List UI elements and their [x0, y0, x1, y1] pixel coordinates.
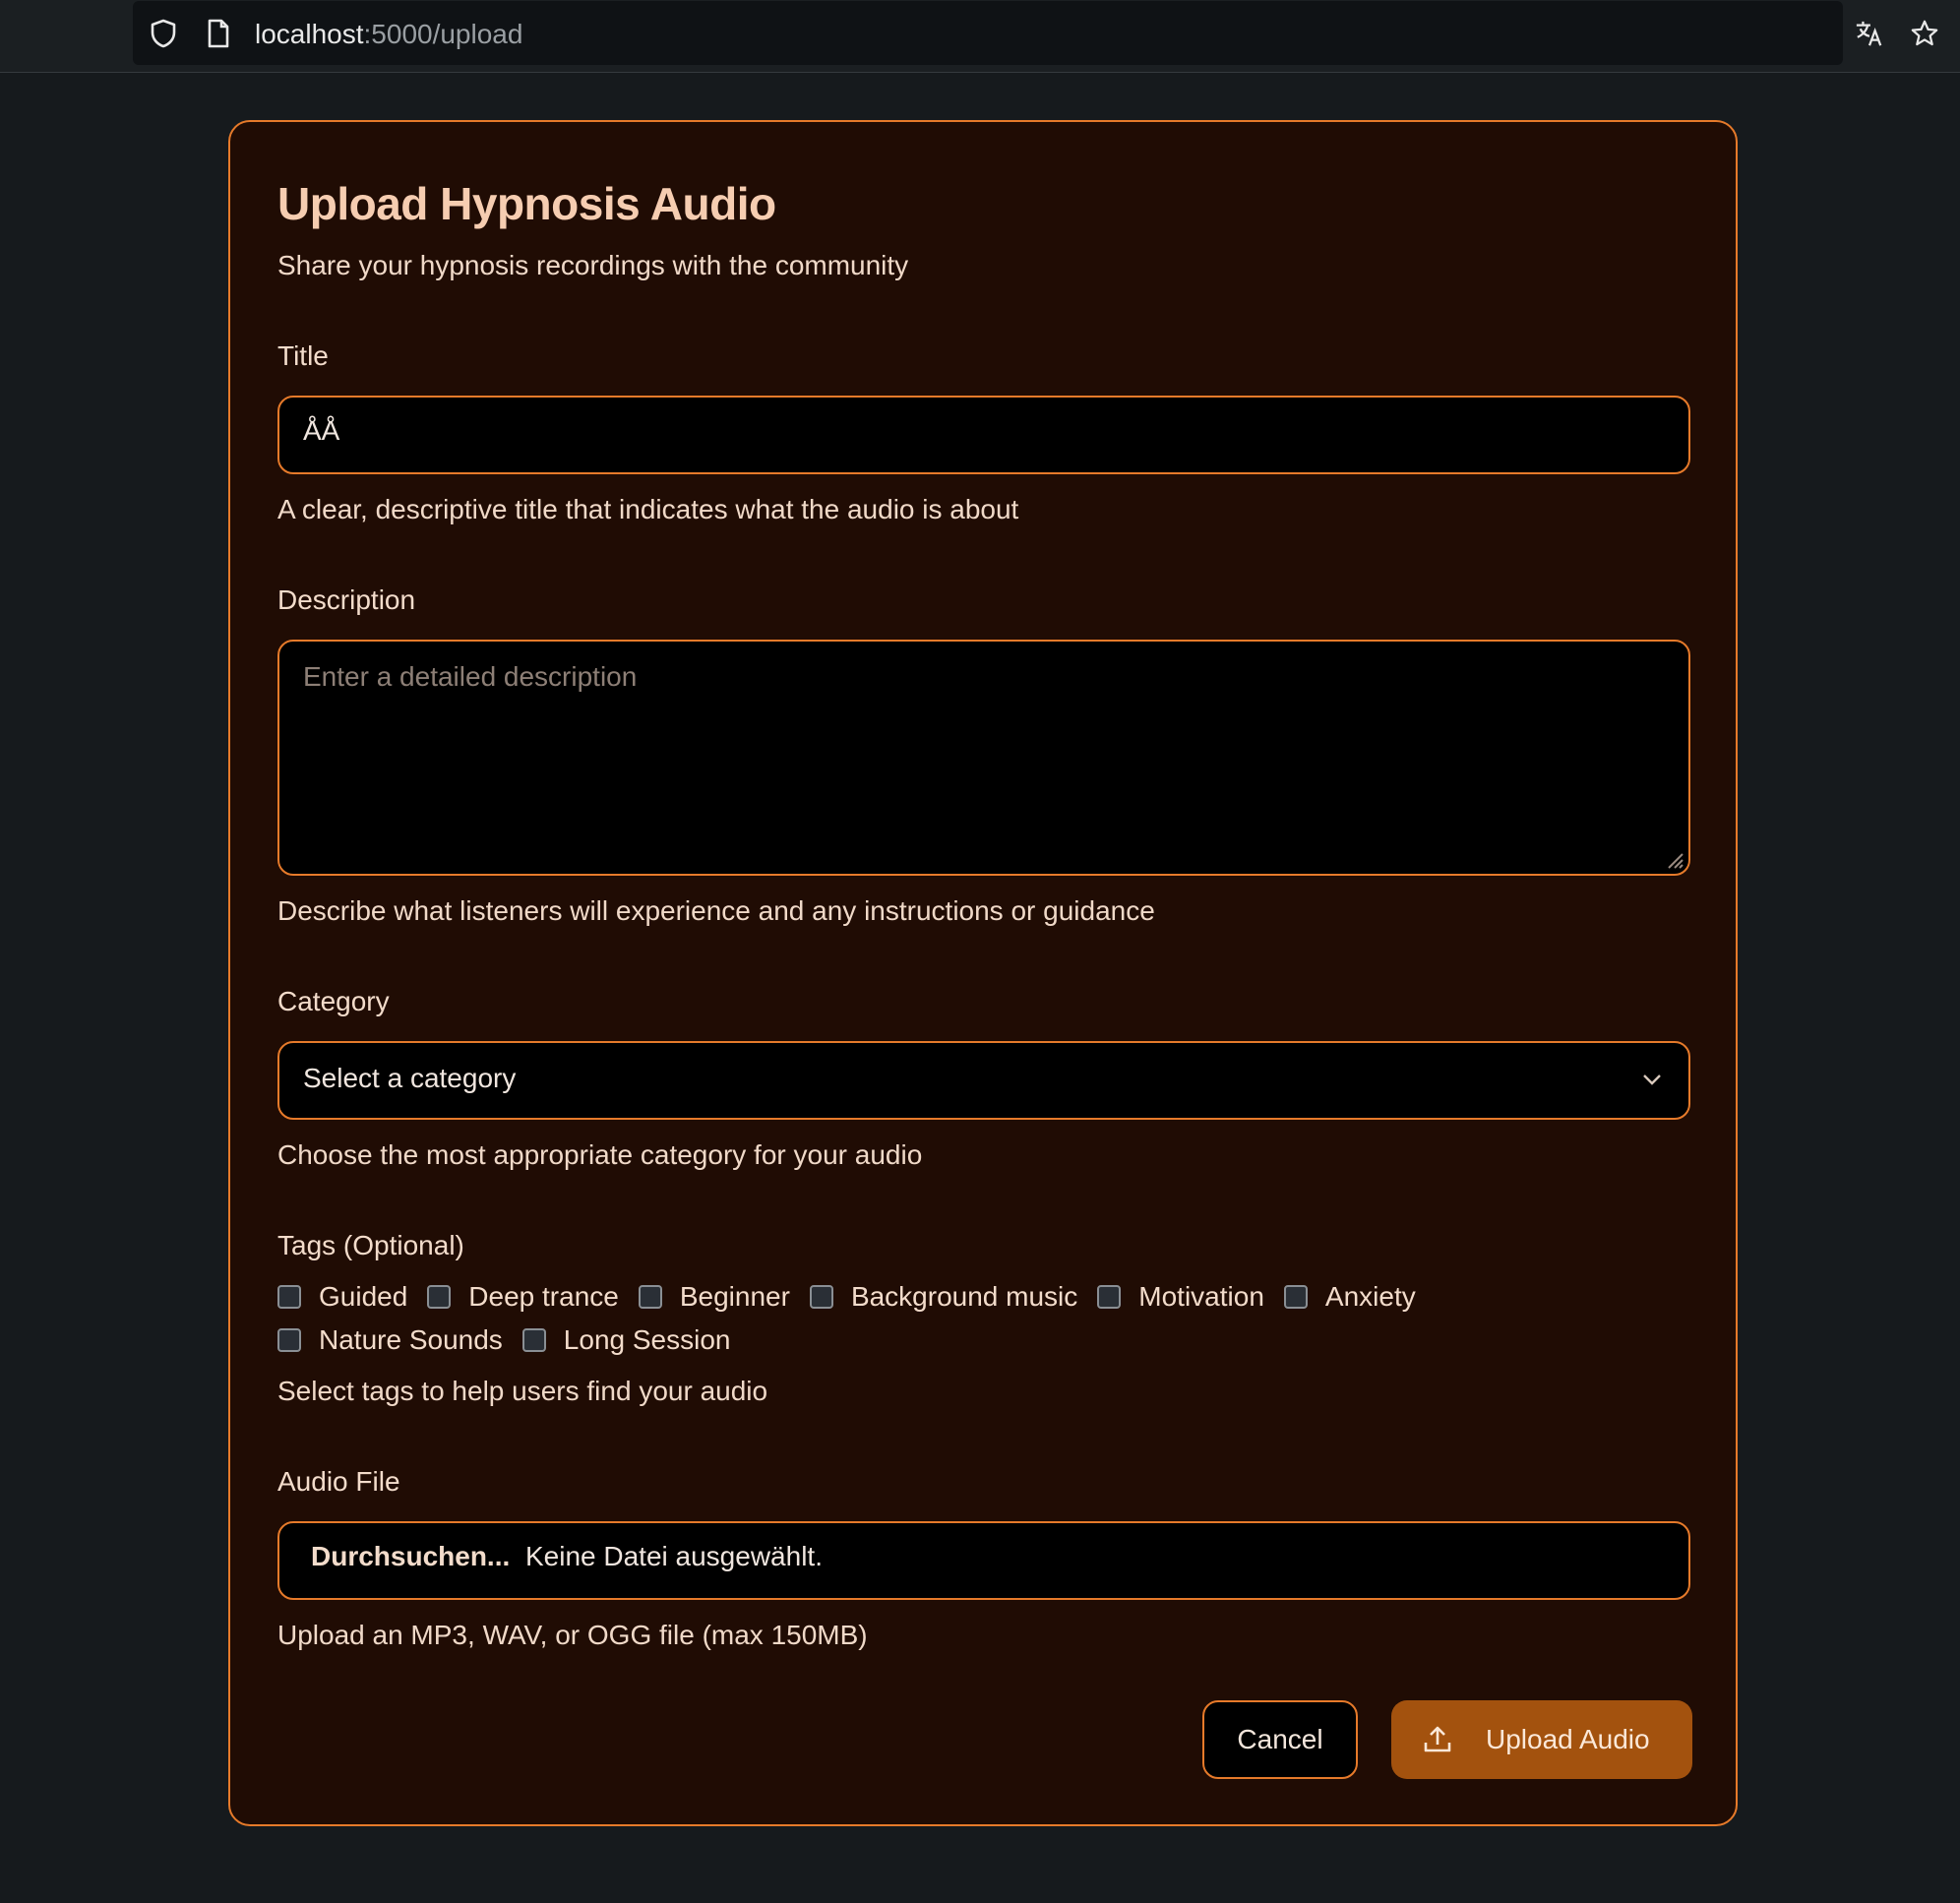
url-path: :5000/upload [363, 19, 523, 49]
tag-guided[interactable]: Guided [277, 1281, 407, 1313]
tag-label: Long Session [563, 1324, 731, 1355]
checkbox[interactable] [427, 1285, 452, 1309]
category-select[interactable]: Select a category [277, 1041, 1690, 1120]
checkbox[interactable] [809, 1285, 833, 1309]
resize-grip-icon[interactable] [1661, 846, 1684, 870]
upload-icon [1424, 1726, 1451, 1752]
description-placeholder: Enter a detailed description [303, 661, 638, 692]
tags-help-text: Select tags to help users find your audi… [277, 1376, 768, 1406]
tag-motivation[interactable]: Motivation [1097, 1281, 1264, 1313]
chevron-down-icon [1643, 1074, 1661, 1085]
tag-label: Deep trance [468, 1281, 619, 1312]
checkbox[interactable] [1283, 1285, 1308, 1309]
checkbox[interactable] [521, 1328, 546, 1352]
tag-label: Motivation [1138, 1281, 1264, 1312]
page-icon [204, 19, 233, 48]
audio-file-help-text: Upload an MP3, WAV, or OGG file (max 150… [277, 1620, 868, 1650]
tag-deep-trance[interactable]: Deep trance [427, 1281, 619, 1313]
tag-nature-sounds[interactable]: Nature Sounds [277, 1324, 503, 1356]
browser-toolbar: localhost:5000/upload [0, 0, 1960, 73]
cancel-button[interactable]: Cancel [1202, 1700, 1358, 1779]
category-help-text: Choose the most appropriate category for… [277, 1139, 923, 1170]
checkbox[interactable] [1097, 1285, 1122, 1309]
url-text[interactable]: localhost:5000/upload [255, 19, 522, 50]
tag-label: Nature Sounds [319, 1324, 503, 1355]
browse-button[interactable]: Durchsuchen... [311, 1541, 510, 1572]
url-host: localhost [255, 19, 364, 49]
page-subtitle: Share your hypnosis recordings with the … [277, 250, 909, 280]
checkbox[interactable] [277, 1285, 301, 1309]
tag-background-music[interactable]: Background music [809, 1281, 1078, 1313]
title-label: Title [277, 340, 329, 371]
description-label: Description [277, 584, 416, 615]
tag-label: Background music [850, 1281, 1078, 1312]
star-icon[interactable] [1910, 19, 1939, 48]
tag-label: Anxiety [1324, 1281, 1416, 1312]
checkbox[interactable] [638, 1285, 662, 1309]
checkbox[interactable] [277, 1328, 301, 1352]
description-help-text: Describe what listeners will experience … [277, 895, 1155, 926]
translate-icon[interactable] [1855, 19, 1884, 48]
upload-audio-button[interactable]: Upload Audio [1391, 1700, 1692, 1779]
tags-row-2: Nature Sounds Long Session [277, 1322, 750, 1358]
audio-file-input[interactable]: Durchsuchen... Keine Datei ausgewählt. [277, 1521, 1690, 1600]
address-bar[interactable]: localhost:5000/upload [133, 1, 1938, 65]
audio-file-label: Audio File [277, 1466, 400, 1497]
tag-label: Guided [319, 1281, 408, 1312]
description-textarea[interactable]: Enter a detailed description [277, 640, 1690, 876]
upload-audio-label: Upload Audio [1486, 1724, 1650, 1754]
tag-anxiety[interactable]: Anxiety [1283, 1281, 1416, 1313]
tags-row-1: Guided Deep trance Beginner Background m… [277, 1279, 1436, 1315]
tag-label: Beginner [679, 1281, 790, 1312]
category-selected-value: Select a category [303, 1063, 517, 1093]
tags-label: Tags (Optional) [277, 1230, 464, 1260]
shield-icon[interactable] [149, 19, 178, 48]
file-status-text: Keine Datei ausgewählt. [525, 1541, 823, 1571]
title-input-value: ÅÅ [303, 415, 340, 446]
title-help-text: A clear, descriptive title that indicate… [277, 494, 1019, 524]
tag-long-session[interactable]: Long Session [521, 1324, 731, 1356]
page-title: Upload Hypnosis Audio [277, 178, 776, 229]
upload-form-card: Upload Hypnosis Audio Share your hypnosi… [228, 120, 1738, 1826]
category-label: Category [277, 986, 390, 1016]
tag-beginner[interactable]: Beginner [638, 1281, 790, 1313]
title-input[interactable]: ÅÅ [277, 396, 1690, 474]
